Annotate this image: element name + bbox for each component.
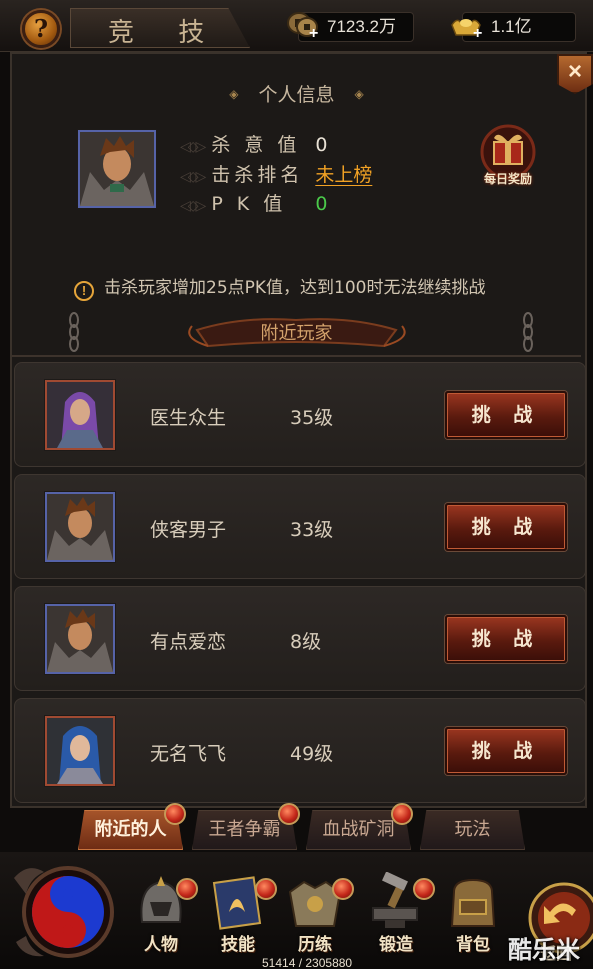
player-level: 8级 [290, 631, 322, 653]
dock-training-button[interactable]: 历练 [282, 872, 354, 958]
notification-dot-icon [413, 878, 435, 900]
add-gold-icon[interactable]: + [473, 25, 482, 43]
notification-dot-icon [391, 803, 413, 825]
kill-rank-row: ◁◇▷ 击杀排名 未上榜 [180, 160, 372, 187]
dock-forge-label: 锻造 [379, 935, 413, 955]
player-level: 49级 [290, 743, 334, 765]
exp-progress-text: 51414 / 2305880 [262, 956, 353, 969]
nearby-players-title: 附近玩家 [260, 323, 333, 344]
kill-intent-label: 杀 意 值 [211, 134, 301, 156]
add-copper-icon[interactable]: + [309, 25, 318, 43]
kill-rank-label: 击杀排名 [211, 164, 304, 186]
player-card-avatar [45, 492, 115, 562]
dock-bag-button[interactable]: 背包 [440, 872, 506, 958]
challenge-button[interactable]: 挑 战 [445, 615, 567, 663]
gold-currency: + 1.1亿 [451, 12, 576, 43]
copper-value: 7123.2万 [327, 17, 396, 36]
player-avatar [78, 130, 156, 208]
arrow-decoration-icon: ◁◇▷ [180, 169, 206, 185]
blue-hair-portrait-icon [47, 718, 113, 784]
warning-icon: ! [74, 281, 94, 301]
dock-bag-label: 背包 [456, 935, 490, 955]
page-title: 竞 技 [108, 18, 223, 48]
warrior-portrait-icon [80, 132, 154, 206]
warrior-portrait-icon [47, 494, 113, 560]
player-name: 侠客男子 [150, 519, 227, 541]
player-card: 无名飞飞 49级 挑 战 [14, 698, 586, 803]
pk-notice-text: 击杀玩家增加25点PK值，达到100时无法继续挑战 [104, 278, 486, 298]
personal-info-title: ◈ 个人信息 ◈ [0, 80, 593, 107]
warrior-portrait-icon [47, 606, 113, 672]
diamond-icon: ◈ [354, 87, 364, 101]
notification-dot-icon [176, 878, 198, 900]
arrow-decoration-icon: ◁◇▷ [180, 139, 206, 155]
notification-dot-icon [278, 803, 300, 825]
notification-dot-icon [332, 878, 354, 900]
notification-dot-icon [255, 878, 277, 900]
pk-value: 0 [315, 193, 328, 215]
taiji-orb-icon[interactable] [10, 858, 118, 964]
dock-forge-button[interactable]: 锻造 [363, 872, 435, 958]
pk-notice: ! 击杀玩家增加25点PK值，达到100时无法继续挑战 [74, 273, 485, 301]
daily-reward-label: 每日奖励 [483, 172, 532, 186]
watermark: 酷乐米 [508, 936, 580, 964]
player-card: 有点爱恋 8级 挑 战 [14, 586, 586, 691]
player-level: 35级 [290, 407, 334, 429]
pk-value-row: ◁◇▷ P K 值 0 [180, 189, 327, 216]
backpack-icon [450, 878, 496, 927]
player-name: 医生众生 [150, 407, 227, 429]
diamond-icon: ◈ [229, 87, 239, 101]
player-name: 无名飞飞 [150, 743, 227, 765]
kill-intent-row: ◁◇▷ 杀 意 值 0 [180, 130, 327, 157]
tab-gameplay[interactable]: 玩法 [420, 810, 525, 850]
kill-intent-value: 0 [315, 134, 328, 156]
player-card: 医生众生 35级 挑 战 [14, 362, 586, 467]
dock-skills-button[interactable]: 技能 [205, 872, 277, 958]
challenge-button[interactable]: 挑 战 [445, 727, 567, 775]
player-level: 33级 [290, 519, 334, 541]
purple-hair-portrait-icon [47, 382, 113, 448]
player-card: 侠客男子 33级 挑 战 [14, 474, 586, 579]
player-card-avatar [45, 380, 115, 450]
dock-character-button[interactable]: 人物 [128, 872, 198, 958]
help-icon[interactable]: ? [22, 10, 60, 48]
dock-training-label: 历练 [298, 935, 332, 955]
arrow-decoration-icon: ◁◇▷ [180, 198, 206, 214]
copper-currency: + 7123.2万 [287, 12, 414, 43]
dock-skills-label: 技能 [221, 935, 255, 955]
player-name: 有点爱恋 [150, 631, 227, 653]
notification-dot-icon [164, 803, 186, 825]
challenge-button[interactable]: 挑 战 [445, 503, 567, 551]
gold-value: 1.1亿 [491, 17, 532, 36]
player-card-avatar [45, 604, 115, 674]
challenge-button[interactable]: 挑 战 [445, 391, 567, 439]
pk-value-label: P K 值 [211, 193, 287, 215]
personal-info-label: 个人信息 [258, 84, 335, 106]
kill-rank-link[interactable]: 未上榜 [315, 164, 372, 186]
dock-character-label: 人物 [144, 935, 178, 955]
player-card-avatar [45, 716, 115, 786]
